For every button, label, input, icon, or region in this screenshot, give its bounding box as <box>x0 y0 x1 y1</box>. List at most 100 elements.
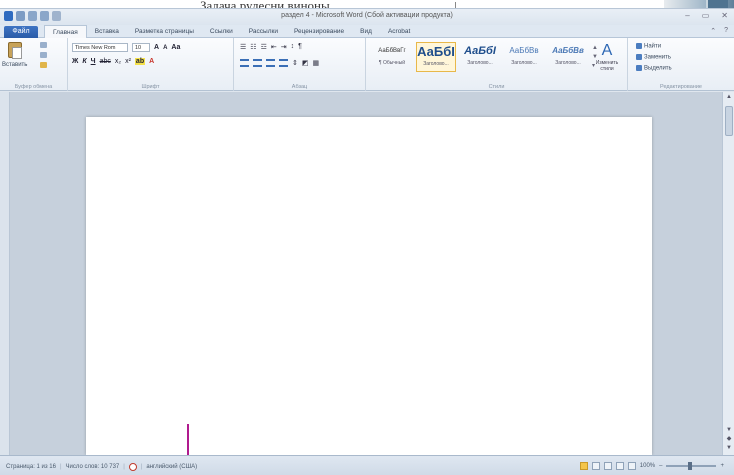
style-normal[interactable]: АаБбВвГг ¶ Обычный <box>372 42 412 72</box>
minimize-ribbon-button[interactable]: ⌃ <box>710 27 716 35</box>
italic-button[interactable]: К <box>82 58 86 65</box>
tab-references[interactable]: Ссылки <box>202 25 241 38</box>
tab-review[interactable]: Рецензирование <box>286 25 352 38</box>
tab-acrobat[interactable]: Acrobat <box>380 25 418 38</box>
language-indicator[interactable]: английский (США) <box>146 464 197 470</box>
align-left-icon[interactable] <box>240 59 249 67</box>
change-styles-button[interactable]: A Изменить стили <box>590 42 624 72</box>
paragraph-group-label: Абзац <box>291 84 308 90</box>
styles-group: АаБбВвГг ¶ Обычный АаБбI Заголово... АаБ… <box>366 38 628 91</box>
style-name: Заголово... <box>555 60 581 66</box>
scroll-up-icon[interactable]: ▲ <box>723 92 734 102</box>
tab-list: Главная Вставка Разметка страницы Ссылки… <box>44 25 418 38</box>
change-case-button[interactable]: Aa <box>171 44 180 51</box>
strikethrough-button[interactable]: abc <box>100 58 111 65</box>
change-styles-label: Изменить стили <box>595 60 619 72</box>
maximize-button[interactable]: ▭ <box>702 11 710 20</box>
minimize-button[interactable]: – <box>685 11 689 20</box>
font-group: Times New Rom 10 A A Aa Ж К Ч abc x₂ x² … <box>68 38 234 91</box>
shading-icon[interactable]: ◩ <box>302 59 309 67</box>
word-count[interactable]: Число слов: 10 737 <box>66 464 120 470</box>
word-window: раздел 4 - Microsoft Word (Сбой активаци… <box>0 8 734 475</box>
vertical-ruler <box>0 92 10 455</box>
window-title: раздел 4 - Microsoft Word (Сбой активаци… <box>281 12 453 19</box>
paragraph-group: ☰ ☷ ☲ ⇤ ⇥ ↕ ¶ ⇕ ◩ ▦ Абзац <box>234 38 366 91</box>
sort-icon[interactable]: ↕ <box>291 43 295 51</box>
help-icon[interactable]: ? <box>724 27 728 35</box>
page-count[interactable]: Страница: 1 из 16 <box>6 464 56 470</box>
tab-view[interactable]: Вид <box>352 25 380 38</box>
cut-icon[interactable] <box>40 42 47 48</box>
subscript-button[interactable]: x₂ <box>115 58 121 65</box>
style-heading-2[interactable]: АаБбI Заголово... <box>460 42 500 72</box>
bullets-icon[interactable]: ☰ <box>240 43 246 51</box>
zoom-slider[interactable] <box>666 462 717 470</box>
underline-button[interactable]: Ч <box>91 58 96 65</box>
find-icon <box>636 43 642 49</box>
align-center-icon[interactable] <box>253 59 262 67</box>
font-size-combo[interactable]: 10 <box>132 43 150 52</box>
style-heading-3[interactable]: АаБбВв Заголово... <box>504 42 544 72</box>
tab-insert[interactable]: Вставка <box>87 25 127 38</box>
zoom-out-button[interactable]: – <box>659 463 662 469</box>
superscript-button[interactable]: x² <box>125 58 131 65</box>
tab-page-layout[interactable]: Разметка страницы <box>127 25 202 38</box>
font-name-combo[interactable]: Times New Rom <box>72 43 128 52</box>
print-layout-icon[interactable] <box>579 462 588 470</box>
draft-icon[interactable] <box>627 462 636 470</box>
zoom-level[interactable]: 100% <box>640 463 655 469</box>
style-name: Заголово... <box>423 61 449 67</box>
tab-home[interactable]: Главная <box>44 25 87 38</box>
shrink-font-button[interactable]: A <box>163 45 167 51</box>
select-button[interactable]: Выделить <box>636 65 672 72</box>
tab-row-controls: ⌃ ? <box>710 27 728 35</box>
justify-icon[interactable] <box>279 59 288 67</box>
pointer-line <box>187 424 189 458</box>
grow-font-button[interactable]: A <box>154 44 159 51</box>
change-styles-icon: A <box>601 42 613 59</box>
close-button[interactable]: ✕ <box>721 11 728 20</box>
style-heading-4[interactable]: АаБбВв Заголово... <box>548 42 588 72</box>
tab-mailings[interactable]: Рассылки <box>241 25 286 38</box>
copy-icon[interactable] <box>40 52 47 58</box>
style-heading-1[interactable]: АаБбI Заголово... <box>416 42 456 72</box>
clipboard-group: Вставить Буфер обмена <box>0 38 68 91</box>
style-sample: АаБбВв <box>552 46 584 55</box>
highlight-icon[interactable]: ab <box>134 58 146 65</box>
outline-icon[interactable] <box>615 462 624 470</box>
proofing-icon[interactable] <box>128 463 137 471</box>
document-page[interactable] <box>86 117 652 455</box>
multilevel-list-icon[interactable]: ☲ <box>261 43 267 51</box>
find-label: Найти <box>644 43 662 50</box>
decrease-indent-icon[interactable]: ⇤ <box>271 43 277 51</box>
tab-file[interactable]: Файл <box>4 26 38 38</box>
paste-button[interactable]: Вставить <box>2 62 27 68</box>
align-right-icon[interactable] <box>266 59 275 67</box>
status-left: Страница: 1 из 16 | Число слов: 10 737 |… <box>6 463 197 471</box>
font-row-bottom: Ж К Ч abc x₂ x² ab A <box>72 58 154 65</box>
style-sample: АаБбВвГг <box>378 48 406 54</box>
select-label: Выделить <box>644 65 672 72</box>
numbering-icon[interactable]: ☷ <box>250 43 256 51</box>
borders-icon[interactable]: ▦ <box>313 59 320 67</box>
zoom-in-button[interactable]: + <box>720 463 724 469</box>
font-row-top: Times New Rom 10 A A Aa <box>72 43 180 52</box>
replace-button[interactable]: Заменить <box>636 54 671 61</box>
styles-group-label: Стили <box>488 84 505 90</box>
increase-indent-icon[interactable]: ⇥ <box>281 43 287 51</box>
paste-icon[interactable] <box>8 42 22 59</box>
font-color-button[interactable]: A <box>149 58 154 65</box>
web-layout-icon[interactable] <box>603 462 612 470</box>
title-bar: раздел 4 - Microsoft Word (Сбой активаци… <box>0 9 734 25</box>
scroll-thumb[interactable] <box>725 106 733 136</box>
style-name: Заголово... <box>467 60 493 66</box>
vertical-scrollbar[interactable]: ▲ ▼ ◆ ▼ <box>722 92 734 455</box>
replace-icon <box>636 54 642 60</box>
show-marks-button[interactable]: ¶ <box>298 43 302 51</box>
bold-button[interactable]: Ж <box>72 58 78 65</box>
format-painter-icon[interactable] <box>40 62 47 68</box>
find-button[interactable]: Найти <box>636 43 661 50</box>
scroll-bottom-controls[interactable]: ▼ ◆ ▼ <box>723 426 734 453</box>
full-screen-reading-icon[interactable] <box>591 462 600 470</box>
line-spacing-icon[interactable]: ⇕ <box>292 59 298 67</box>
